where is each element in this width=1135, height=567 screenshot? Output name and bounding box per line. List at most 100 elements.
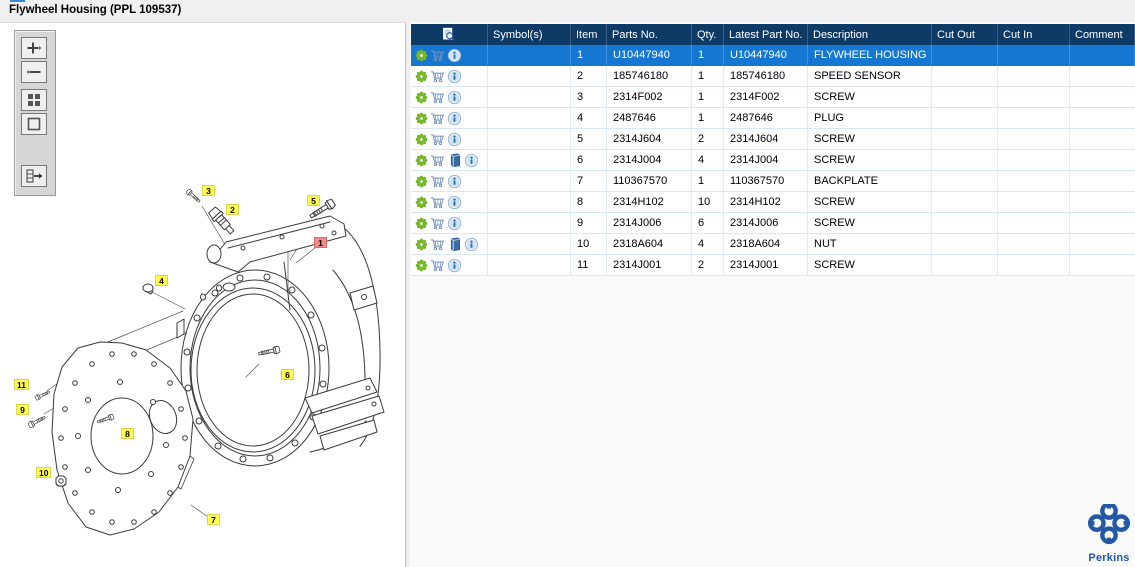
zoom-fit-button[interactable] <box>21 89 47 111</box>
configure-icon[interactable] <box>415 49 428 62</box>
col-cut-in[interactable]: Cut In <box>998 24 1070 45</box>
callout-11[interactable]: 11 <box>14 379 29 390</box>
cut-out-cell <box>932 45 998 65</box>
description-cell: SCREW <box>808 213 932 233</box>
configure-icon[interactable] <box>415 196 428 209</box>
diagram-panel <box>0 22 406 567</box>
cart-icon[interactable] <box>430 132 445 147</box>
zoom-in-button[interactable] <box>21 37 47 59</box>
qty-cell: 1 <box>692 45 724 65</box>
col-comment[interactable]: Comment <box>1070 24 1135 45</box>
table-row[interactable]: 11 2314J001 2 2314J001 SCREW <box>411 255 1135 276</box>
info-icon[interactable] <box>464 153 479 168</box>
callout-1[interactable]: 1 <box>314 237 327 248</box>
configure-icon[interactable] <box>415 238 428 251</box>
configure-icon[interactable] <box>415 91 428 104</box>
info-icon[interactable] <box>447 132 462 147</box>
callout-2[interactable]: 2 <box>226 204 239 215</box>
table-row[interactable]: 6 2314J004 4 2314J004 SCREW <box>411 150 1135 171</box>
zoom-out-button[interactable] <box>21 61 47 83</box>
col-item[interactable]: Item <box>571 24 607 45</box>
callout-10[interactable]: 10 <box>36 467 52 478</box>
cart-icon[interactable] <box>430 153 445 168</box>
parts-no-cell: 2314H102 <box>607 192 692 212</box>
symbols-cell <box>488 66 571 86</box>
parts-no-cell: 185746180 <box>607 66 692 86</box>
callout-8[interactable]: 8 <box>121 428 134 439</box>
table-row[interactable]: 5 2314J604 2 2314J604 SCREW <box>411 129 1135 150</box>
cart-icon[interactable] <box>430 48 445 63</box>
table-row[interactable]: 4 2487646 1 2487646 PLUG <box>411 108 1135 129</box>
configure-icon[interactable] <box>415 175 428 188</box>
configure-icon[interactable] <box>415 154 428 167</box>
cart-icon[interactable] <box>430 216 445 231</box>
cart-icon[interactable] <box>430 237 445 252</box>
qty-cell: 6 <box>692 213 724 233</box>
cut-out-cell <box>932 234 998 254</box>
configure-icon[interactable] <box>415 217 428 230</box>
document-search-icon[interactable] <box>441 27 456 42</box>
callout-3[interactable]: 3 <box>202 185 215 196</box>
cart-icon[interactable] <box>430 69 445 84</box>
cart-icon[interactable] <box>430 195 445 210</box>
zoom-full-view-button[interactable] <box>21 113 47 135</box>
table-row[interactable]: 9 2314J006 6 2314J006 SCREW <box>411 213 1135 234</box>
info-icon[interactable] <box>447 69 462 84</box>
table-row[interactable]: 1 U10447940 1 U10447940 FLYWHEEL HOUSING <box>411 45 1135 66</box>
info-icon[interactable] <box>464 237 479 252</box>
info-icon[interactable] <box>447 195 462 210</box>
callout-4[interactable]: 4 <box>155 275 168 286</box>
table-row[interactable]: 8 2314H102 10 2314H102 SCREW <box>411 192 1135 213</box>
comment-cell <box>1070 192 1135 212</box>
col-latest-part-no[interactable]: Latest Part No. <box>724 24 808 45</box>
latest-part-no-cell: 2314J604 <box>724 129 808 149</box>
cart-icon[interactable] <box>430 174 445 189</box>
info-icon[interactable] <box>447 216 462 231</box>
table-row[interactable]: 3 2314F002 1 2314F002 SCREW <box>411 87 1135 108</box>
configure-icon[interactable] <box>415 112 428 125</box>
cart-icon[interactable] <box>430 90 445 105</box>
configure-icon[interactable] <box>415 259 428 272</box>
info-icon[interactable] <box>447 111 462 126</box>
cut-out-cell <box>932 171 998 191</box>
table-row[interactable]: 2 185746180 1 185746180 SPEED SENSOR <box>411 66 1135 87</box>
latest-part-no-cell: 2314H102 <box>724 192 808 212</box>
callout-6[interactable]: 6 <box>281 369 294 380</box>
qty-cell: 2 <box>692 255 724 275</box>
info-icon[interactable] <box>447 174 462 189</box>
perkins-logo: Perkins <box>1086 502 1132 564</box>
cut-in-cell <box>998 45 1070 65</box>
col-parts-no[interactable]: Parts No. <box>607 24 692 45</box>
col-symbols[interactable]: Symbol(s) <box>488 24 571 45</box>
cart-icon[interactable] <box>430 258 445 273</box>
item-cell: 2 <box>571 66 607 86</box>
symbols-cell <box>488 234 571 254</box>
info-icon[interactable] <box>447 48 462 63</box>
callout-9[interactable]: 9 <box>16 404 29 415</box>
book-icon[interactable] <box>447 237 462 252</box>
cut-out-cell <box>932 150 998 170</box>
info-icon[interactable] <box>447 258 462 273</box>
description-cell: BACKPLATE <box>808 171 932 191</box>
qty-cell: 1 <box>692 87 724 107</box>
book-icon[interactable] <box>447 153 462 168</box>
cut-in-cell <box>998 150 1070 170</box>
toggle-parts-panel-button[interactable] <box>21 165 47 187</box>
callout-7[interactable]: 7 <box>207 514 220 525</box>
parts-table-panel: Symbol(s) Item Parts No. Qty. Latest Par… <box>410 22 1135 567</box>
table-row[interactable]: 7 110367570 1 110367570 BACKPLATE <box>411 171 1135 192</box>
parts-no-cell: 2314F002 <box>607 87 692 107</box>
cart-icon[interactable] <box>430 111 445 126</box>
table-row[interactable]: 10 2318A604 4 2318A604 NUT <box>411 234 1135 255</box>
callout-5[interactable]: 5 <box>307 195 320 206</box>
cut-in-cell <box>998 66 1070 86</box>
info-icon[interactable] <box>447 90 462 105</box>
col-qty[interactable]: Qty. <box>692 24 724 45</box>
configure-icon[interactable] <box>415 133 428 146</box>
col-description[interactable]: Description <box>808 24 932 45</box>
cut-in-cell <box>998 192 1070 212</box>
qty-cell: 1 <box>692 66 724 86</box>
comment-cell <box>1070 234 1135 254</box>
configure-icon[interactable] <box>415 70 428 83</box>
col-cut-out[interactable]: Cut Out <box>932 24 998 45</box>
